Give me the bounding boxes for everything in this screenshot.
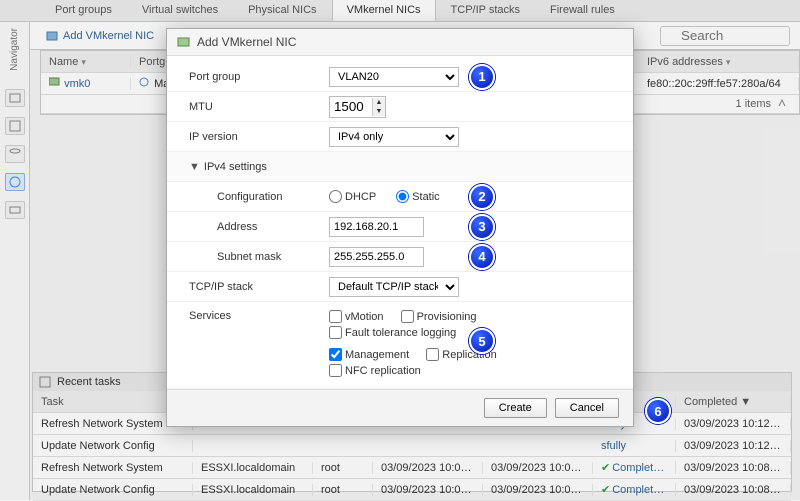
row-ipversion: IP version IPv4 only (167, 122, 633, 152)
collapse-icon[interactable]: ▼ (189, 161, 200, 173)
port-group-select[interactable]: VLAN20 (329, 67, 459, 87)
ipversion-select[interactable]: IPv4 only (329, 127, 459, 147)
badge-5: 5 (469, 328, 495, 354)
dhcp-radio[interactable]: DHCP (329, 190, 376, 203)
cancel-button[interactable]: Cancel (555, 398, 619, 418)
mtu-down[interactable]: ▼ (373, 107, 385, 116)
modal-footer: 6 Create Cancel (167, 389, 633, 426)
vmotion-check[interactable]: vMotion (329, 310, 384, 323)
modal-overlay: Add VMkernel NIC 1 Port group VLAN20 MTU… (0, 0, 800, 500)
mtu-up[interactable]: ▲ (373, 98, 385, 107)
badge-1: 1 (469, 64, 495, 90)
ft-check[interactable]: Fault tolerance logging (329, 326, 456, 339)
badge-3: 3 (469, 214, 495, 240)
row-stack: TCP/IP stack Default TCP/IP stack (167, 272, 633, 302)
add-vmkernel-modal: Add VMkernel NIC 1 Port group VLAN20 MTU… (166, 28, 634, 427)
row-services: 5 Services vMotion Provisioning Fault to… (167, 302, 633, 389)
row-ipv4-section[interactable]: ▼ IPv4 settings (167, 152, 633, 182)
nfc-check[interactable]: NFC replication (329, 364, 421, 377)
row-subnet: 4 Subnet mask (167, 242, 633, 272)
address-input[interactable] (329, 217, 424, 237)
mgmt-check[interactable]: Management (329, 348, 409, 361)
row-address: 3 Address (167, 212, 633, 242)
row-config: 2 Configuration DHCP Static (167, 182, 633, 212)
mtu-input[interactable] (330, 98, 372, 116)
create-button[interactable]: Create (484, 398, 547, 418)
mtu-stepper[interactable]: ▲▼ (329, 96, 386, 118)
badge-2: 2 (469, 184, 495, 210)
row-mtu: MTU ▲▼ (167, 92, 633, 122)
badge-4: 4 (469, 244, 495, 270)
stack-select[interactable]: Default TCP/IP stack (329, 277, 459, 297)
nic-icon (177, 36, 191, 48)
modal-title: Add VMkernel NIC (167, 29, 633, 56)
provisioning-check[interactable]: Provisioning (401, 310, 477, 323)
static-radio[interactable]: Static (396, 190, 440, 203)
subnet-input[interactable] (329, 247, 424, 267)
row-port-group: 1 Port group VLAN20 (167, 62, 633, 92)
badge-6: 6 (645, 398, 671, 424)
